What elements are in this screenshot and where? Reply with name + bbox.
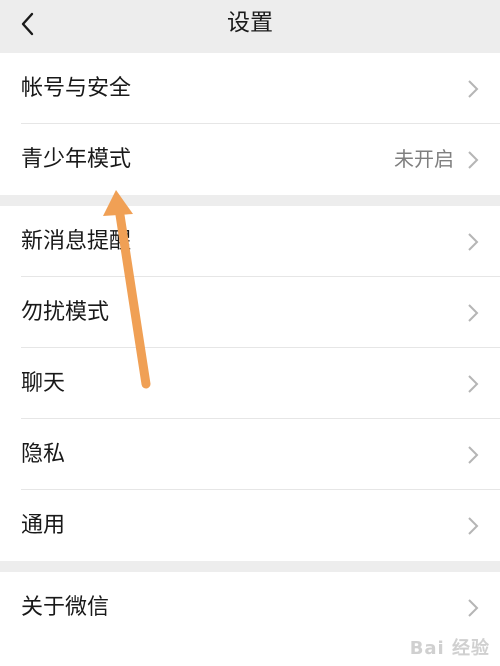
row-label: 聊天 [21, 371, 66, 396]
chevron-right-icon [468, 446, 479, 464]
settings-group-general: 新消息提醒 勿扰模式 聊天 隐私 通用 [0, 206, 500, 561]
chevron-right-icon [468, 233, 479, 251]
settings-group-account: 帐号与安全 青少年模式 未开启 [0, 53, 500, 195]
row-label: 关于微信 [21, 595, 110, 620]
page-title: 设置 [227, 10, 273, 36]
row-value: 未开启 [394, 147, 454, 171]
chevron-right-icon [468, 151, 479, 169]
row-chat[interactable]: 聊天 [0, 348, 500, 419]
chevron-right-icon [468, 517, 479, 535]
row-label: 新消息提醒 [21, 229, 132, 254]
row-about-wechat[interactable]: 关于微信 [0, 572, 500, 643]
row-label: 帐号与安全 [21, 76, 132, 101]
row-privacy[interactable]: 隐私 [0, 419, 500, 490]
chevron-right-icon [468, 304, 479, 322]
row-new-message-alert[interactable]: 新消息提醒 [0, 206, 500, 277]
row-label: 通用 [21, 513, 66, 538]
chevron-right-icon [468, 80, 479, 98]
row-label: 勿扰模式 [21, 300, 110, 325]
nav-bar: 设置 [0, 0, 500, 50]
chevron-right-icon [468, 599, 479, 617]
chevron-right-icon [468, 375, 479, 393]
row-label: 隐私 [21, 442, 66, 467]
row-label: 青少年模式 [21, 147, 132, 172]
row-general[interactable]: 通用 [0, 490, 500, 561]
row-account-security[interactable]: 帐号与安全 [0, 53, 500, 124]
row-do-not-disturb[interactable]: 勿扰模式 [0, 277, 500, 348]
row-teen-mode[interactable]: 青少年模式 未开启 [0, 124, 500, 195]
watermark: Bai 经验 [409, 638, 490, 659]
